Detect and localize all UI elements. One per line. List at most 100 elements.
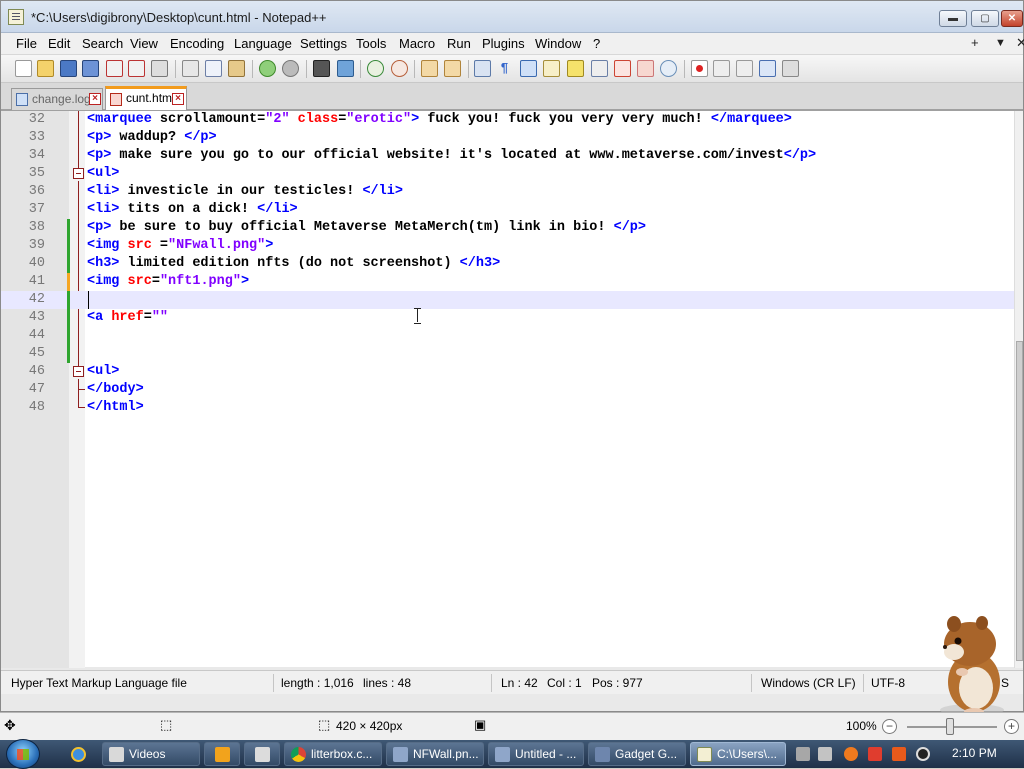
eye-icon[interactable] (660, 60, 677, 77)
code-line[interactable]: 36 <li> investicle in our testicles! </li… (1, 183, 1015, 201)
code-line[interactable]: 32 <marquee scrollamount="2" class="eroti… (1, 111, 1015, 129)
copy-icon[interactable] (205, 60, 222, 77)
save-macro-icon[interactable] (782, 60, 799, 77)
code-line[interactable]: 39 <img src ="NFwall.png"> (1, 237, 1015, 255)
menu-settings[interactable]: Settings (300, 36, 347, 51)
menu-window[interactable]: Window (535, 36, 581, 51)
menu-help[interactable]: ? (593, 36, 600, 51)
tab-list-dropdown-button[interactable]: ▼ (995, 37, 1006, 49)
menu-file[interactable]: File (16, 36, 37, 51)
document-map-icon[interactable] (567, 60, 584, 77)
tab-close-icon[interactable]: × (89, 93, 101, 105)
code-line[interactable]: 43 <a href="" (1, 309, 1015, 327)
close-file-icon[interactable] (106, 60, 123, 77)
user-defined-language-icon[interactable] (543, 60, 560, 77)
taskbar-clock[interactable]: 2:10 PM (952, 746, 997, 760)
find-icon[interactable] (313, 60, 330, 77)
code-editor[interactable]: 32 <marquee scrollamount="2" class="eroti… (1, 110, 1023, 668)
zoom-out-icon[interactable] (391, 60, 408, 77)
code-line[interactable]: 35 <ul> (1, 165, 1015, 183)
zoom-in-icon[interactable] (367, 60, 384, 77)
maximize-button[interactable]: ▢ (971, 10, 999, 27)
word-wrap-icon[interactable] (474, 60, 491, 77)
zoom-in-button[interactable]: + (1004, 719, 1019, 734)
code-line[interactable]: 38 <p> be sure to buy official Metaverse … (1, 219, 1015, 237)
hamster-desktop-pet[interactable] (932, 614, 1010, 718)
code-line[interactable]: 40 <h3> limited edition nfts (do not scre… (1, 255, 1015, 273)
taskbar-item-calculator[interactable] (244, 742, 280, 766)
code-line[interactable]: 48 </html> (1, 399, 1015, 417)
close-document-button[interactable]: ✕ (1016, 35, 1024, 51)
menu-encoding[interactable]: Encoding (170, 36, 224, 51)
redo-icon[interactable] (282, 60, 299, 77)
menu-macro[interactable]: Macro (399, 36, 435, 51)
code-line[interactable]: 46 <ul> (1, 363, 1015, 381)
playback-macro-icon[interactable] (736, 60, 753, 77)
menu-edit[interactable]: Edit (48, 36, 70, 51)
undo-icon[interactable] (259, 60, 276, 77)
status-eol-format[interactable]: Windows (CR LF) (761, 676, 856, 690)
tab-close-icon[interactable]: × (172, 93, 184, 105)
code-line[interactable]: 41 <img src="nft1.png"> (1, 273, 1015, 291)
cut-icon[interactable] (182, 60, 199, 77)
menu-language[interactable]: Language (234, 36, 292, 51)
code-line[interactable]: 34 <p> make sure you go to our official w… (1, 147, 1015, 165)
tray-flag-icon[interactable] (868, 747, 882, 761)
tray-volume-icon[interactable] (916, 747, 930, 761)
taskbar-item-videos[interactable]: Videos (102, 742, 200, 766)
indent-guide-icon[interactable] (520, 60, 537, 77)
paste-icon[interactable] (228, 60, 245, 77)
taskbar-item-media[interactable] (204, 742, 240, 766)
status-encoding[interactable]: UTF-8 (871, 676, 905, 690)
stop-recording-icon[interactable] (713, 60, 730, 77)
internet-explorer-taskbar-icon[interactable] (62, 742, 96, 766)
zoom-out-button[interactable]: − (882, 719, 897, 734)
function-list-icon[interactable] (591, 60, 608, 77)
vertical-scrollbar[interactable] (1014, 111, 1023, 668)
taskbar-item-notepadpp[interactable]: C:\Users\... (690, 742, 786, 766)
taskbar-item-chrome[interactable]: litterbox.c... (284, 742, 382, 766)
code-line[interactable]: 44 (1, 327, 1015, 345)
tab-change-log[interactable]: change.log × (11, 88, 103, 110)
tray-tool-icon[interactable] (818, 747, 832, 761)
code-line[interactable]: 37 <li> tits on a dick! </li> (1, 201, 1015, 219)
title-bar[interactable]: *C:\Users\digibrony\Desktop\cunt.html - … (1, 1, 1023, 33)
menu-search[interactable]: Search (82, 36, 123, 51)
print-icon[interactable] (151, 60, 168, 77)
code-line[interactable]: 47 </body> (1, 381, 1015, 399)
taskbar-item-untitled[interactable]: Untitled - ... (488, 742, 584, 766)
tab-cunt-html[interactable]: cunt.html × (105, 86, 187, 110)
folder-as-workspace-icon[interactable] (614, 60, 631, 77)
open-folder-icon[interactable] (37, 60, 54, 77)
new-tab-plus-button[interactable]: + (971, 35, 979, 50)
taskbar-item-nfwall[interactable]: NFWall.pn... (386, 742, 484, 766)
tray-recorder-icon[interactable] (892, 747, 906, 761)
sync-vertical-icon[interactable] (421, 60, 438, 77)
show-all-characters-icon[interactable]: ¶ (496, 60, 513, 77)
menu-plugins[interactable]: Plugins (482, 36, 525, 51)
close-button[interactable]: ✕ (1001, 10, 1023, 27)
code-line[interactable]: 45 (1, 345, 1015, 363)
close-all-icon[interactable] (128, 60, 145, 77)
save-all-icon[interactable] (82, 60, 99, 77)
new-file-icon[interactable] (15, 60, 32, 77)
minimize-button[interactable]: ▬ (939, 10, 967, 27)
save-icon[interactable] (60, 60, 77, 77)
scrollbar-thumb[interactable] (1016, 341, 1023, 661)
code-line[interactable]: 42 (1, 291, 1015, 309)
tray-search-icon[interactable] (844, 747, 858, 761)
zoom-slider-thumb[interactable] (946, 718, 954, 735)
record-macro-icon[interactable] (691, 60, 708, 77)
start-button-icon[interactable] (6, 739, 40, 769)
menu-tools[interactable]: Tools (356, 36, 386, 51)
sync-horizontal-icon[interactable] (444, 60, 461, 77)
code-line[interactable]: 33 <p> waddup? </p> (1, 129, 1015, 147)
image-dimensions: 420 × 420px (336, 719, 403, 733)
tray-app-icon[interactable] (796, 747, 810, 761)
run-macro-multiple-icon[interactable] (759, 60, 776, 77)
monitoring-icon[interactable] (637, 60, 654, 77)
menu-view[interactable]: View (130, 36, 158, 51)
taskbar-item-gadget[interactable]: Gadget G... (588, 742, 686, 766)
replace-icon[interactable] (337, 60, 354, 77)
menu-run[interactable]: Run (447, 36, 471, 51)
